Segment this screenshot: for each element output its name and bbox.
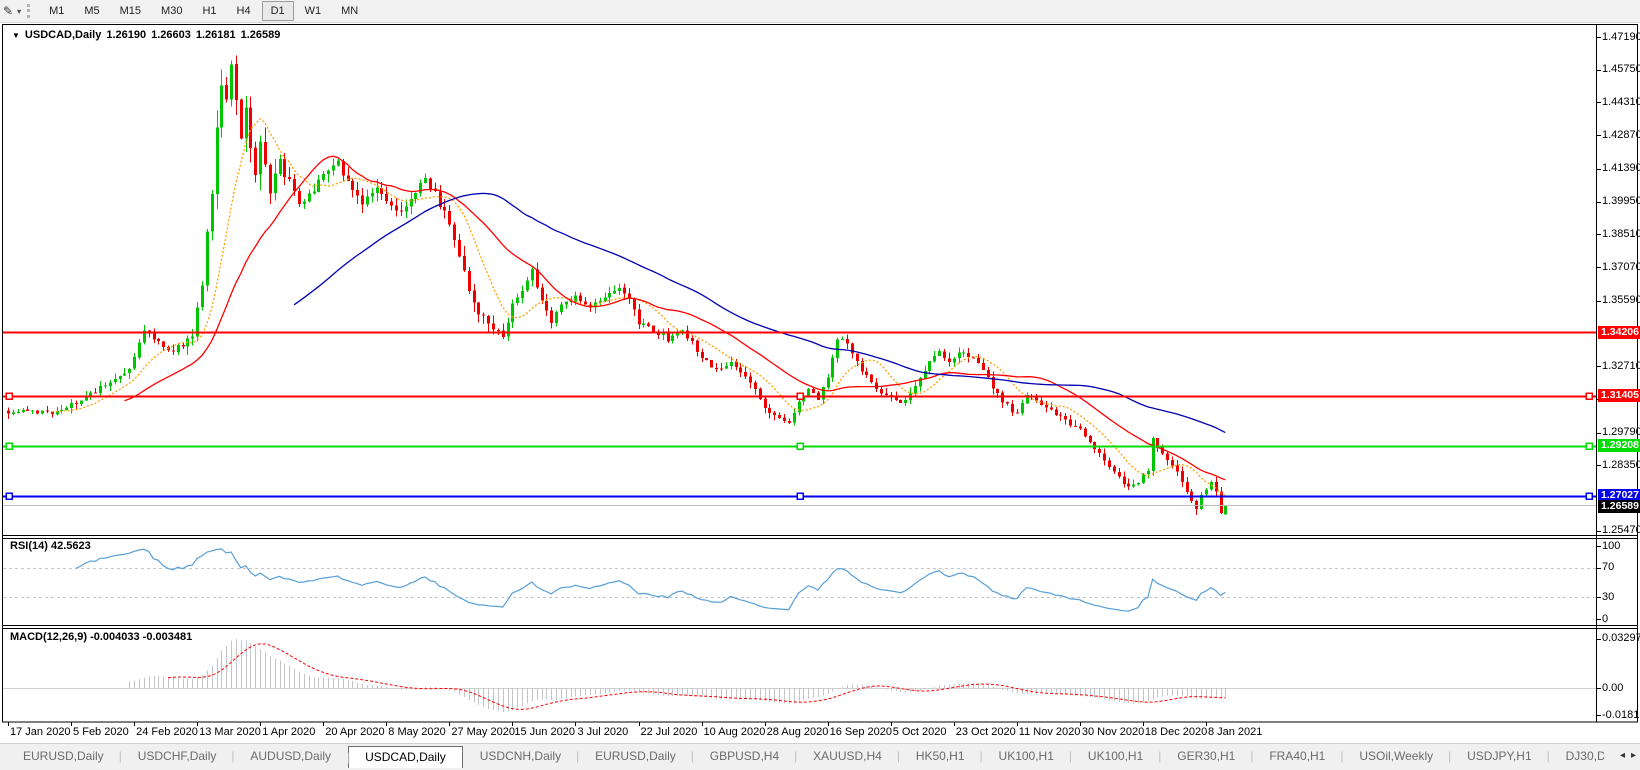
chart-tab-audusd-daily[interactable]: AUDUSD,Daily bbox=[233, 746, 348, 767]
chart-tabs: EURUSD,DailyUSDCHF,DailyAUDUSD,DailyUSDC… bbox=[6, 746, 1604, 770]
date-tick-label: 18 Dec 2020 bbox=[1145, 726, 1207, 738]
chart-tab-usdcnh-daily[interactable]: USDCNH,Daily bbox=[463, 746, 578, 767]
ohlc-close: 1.26589 bbox=[241, 29, 281, 41]
macd-axis-label: 0.032972 bbox=[1602, 632, 1640, 644]
date-tick-label: 27 May 2020 bbox=[451, 726, 515, 738]
chart-tab-xauusd-h4[interactable]: XAUUSD,H4 bbox=[796, 746, 899, 767]
price-tick-label: 1.35590 bbox=[1602, 294, 1640, 306]
bid-price-label: 1.26589 bbox=[1598, 500, 1640, 513]
price-tick-label: 1.28350 bbox=[1602, 459, 1640, 471]
mt4-terminal: ✎ ▾ M1M5M15M30H1H4D1W1MN ▼ USDCAD,Daily … bbox=[0, 0, 1640, 770]
date-tick-label: 5 Oct 2020 bbox=[893, 726, 947, 738]
price-tick-label: 1.25470 bbox=[1602, 524, 1640, 536]
tab-scroll-left-icon[interactable]: ◂ bbox=[1620, 750, 1625, 761]
date-tick-label: 16 Sep 2020 bbox=[830, 726, 892, 738]
hline-price-label: 1.34206 bbox=[1598, 326, 1640, 339]
ohlc-open: 1.26190 bbox=[106, 29, 146, 41]
chart-canvas[interactable] bbox=[0, 0, 1640, 770]
date-tick-label: 28 Aug 2020 bbox=[767, 726, 829, 738]
rsi-label: RSI(14) 42.5623 bbox=[10, 540, 91, 552]
chart-tab-bar: EURUSD,DailyUSDCHF,DailyAUDUSD,DailyUSDC… bbox=[0, 743, 1640, 770]
chart-tab-usoil-weekly[interactable]: USOil,Weekly bbox=[1342, 746, 1450, 767]
chart-tab-dj30-daily[interactable]: DJ30,Daily bbox=[1549, 746, 1604, 767]
ohlc-high: 1.26603 bbox=[151, 29, 191, 41]
chart-tab-gbpusd-h4[interactable]: GBPUSD,H4 bbox=[693, 746, 796, 767]
macd-axis-label: -0.018154 bbox=[1602, 709, 1640, 721]
rsi-level-label: 70 bbox=[1602, 561, 1640, 573]
price-tick-label: 1.45750 bbox=[1602, 63, 1640, 75]
hline-price-label: 1.31405 bbox=[1598, 389, 1640, 402]
chart-tab-uk100-h1[interactable]: UK100,H1 bbox=[982, 746, 1071, 767]
date-tick-label: 1 Apr 2020 bbox=[262, 726, 315, 738]
price-tick-label: 1.42870 bbox=[1602, 129, 1640, 141]
chart-tab-usdcad-daily[interactable]: USDCAD,Daily bbox=[348, 746, 463, 768]
collapse-triangle-icon[interactable]: ▼ bbox=[12, 31, 20, 40]
chart-tab-eurusd-daily[interactable]: EURUSD,Daily bbox=[6, 746, 121, 767]
hline-price-label: 1.29208 bbox=[1598, 439, 1640, 452]
chart-title: ▼ USDCAD,Daily 1.26190 1.26603 1.26181 1… bbox=[12, 29, 280, 41]
date-tick-label: 5 Feb 2020 bbox=[73, 726, 129, 738]
price-tick-label: 1.41390 bbox=[1602, 162, 1640, 174]
date-tick-label: 8 Jan 2021 bbox=[1208, 726, 1262, 738]
chart-tab-ger30-h1[interactable]: GER30,H1 bbox=[1160, 746, 1252, 767]
price-tick-label: 1.37070 bbox=[1602, 261, 1640, 273]
date-tick-label: 24 Feb 2020 bbox=[136, 726, 198, 738]
date-tick-label: 15 Jun 2020 bbox=[514, 726, 575, 738]
date-tick-label: 22 Jul 2020 bbox=[641, 726, 698, 738]
chart-tab-hk50-h1[interactable]: HK50,H1 bbox=[899, 746, 982, 767]
chart-tab-uk100-h1[interactable]: UK100,H1 bbox=[1071, 746, 1160, 767]
macd-axis-label: 0.00 bbox=[1602, 682, 1640, 694]
date-tick-label: 10 Aug 2020 bbox=[704, 726, 766, 738]
ohlc-low: 1.26181 bbox=[196, 29, 236, 41]
rsi-level-label: 100 bbox=[1602, 540, 1640, 552]
chart-tab-usdchf-daily[interactable]: USDCHF,Daily bbox=[121, 746, 234, 767]
macd-label: MACD(12,26,9) -0.004033 -0.003481 bbox=[10, 631, 192, 643]
date-tick-label: 20 Apr 2020 bbox=[325, 726, 384, 738]
tab-scroll-right-icon[interactable]: ▸ bbox=[1631, 750, 1636, 761]
date-tick-label: 8 May 2020 bbox=[388, 726, 445, 738]
chart-tab-fra40-h1[interactable]: FRA40,H1 bbox=[1252, 746, 1342, 767]
price-tick-label: 1.39950 bbox=[1602, 195, 1640, 207]
rsi-level-label: 30 bbox=[1602, 591, 1640, 603]
price-tick-label: 1.29790 bbox=[1602, 426, 1640, 438]
date-tick-label: 23 Oct 2020 bbox=[956, 726, 1016, 738]
price-tick-label: 1.32710 bbox=[1602, 360, 1640, 372]
date-tick-label: 30 Nov 2020 bbox=[1082, 726, 1144, 738]
price-tick-label: 1.38510 bbox=[1602, 228, 1640, 240]
chart-tab-usdjpy-h1[interactable]: USDJPY,H1 bbox=[1450, 746, 1548, 767]
chart-tab-eurusd-daily[interactable]: EURUSD,Daily bbox=[578, 746, 693, 767]
date-tick-label: 11 Nov 2020 bbox=[1019, 726, 1081, 738]
price-tick-label: 1.44310 bbox=[1602, 96, 1640, 108]
date-tick-label: 3 Jul 2020 bbox=[577, 726, 628, 738]
rsi-level-label: 0 bbox=[1602, 613, 1640, 625]
price-tick-label: 1.47190 bbox=[1602, 31, 1640, 43]
date-tick-label: 13 Mar 2020 bbox=[199, 726, 261, 738]
symbol-label: USDCAD,Daily bbox=[25, 29, 101, 41]
date-tick-label: 17 Jan 2020 bbox=[10, 726, 71, 738]
